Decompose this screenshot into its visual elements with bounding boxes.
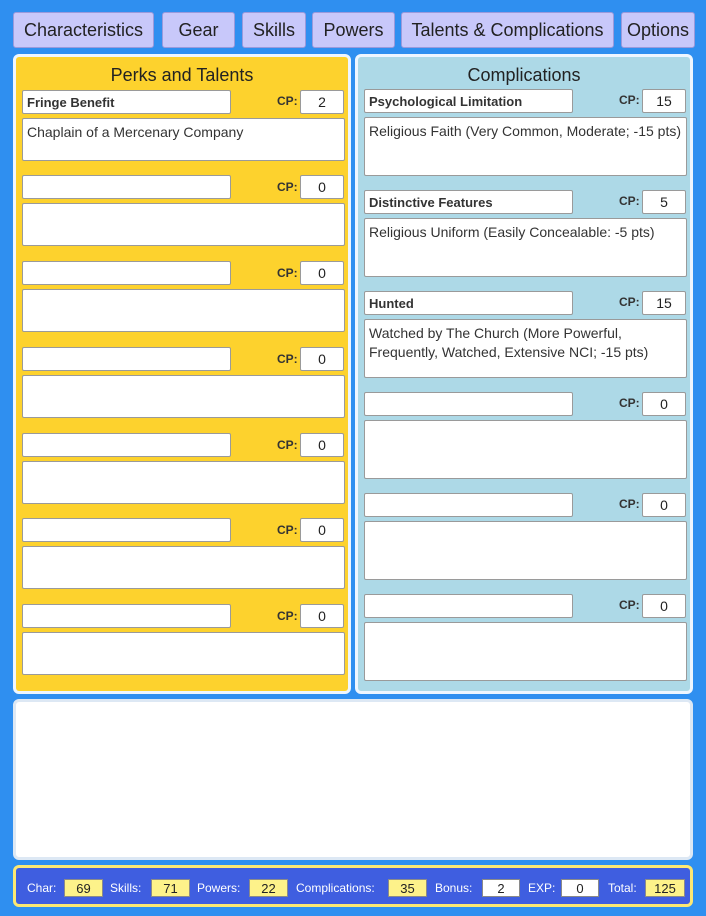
- complication-description-input[interactable]: [364, 622, 687, 681]
- tab-powers[interactable]: Powers: [312, 12, 395, 48]
- perk-description-input[interactable]: [22, 375, 345, 418]
- char-points-value: 69: [64, 879, 103, 897]
- complication-name-input[interactable]: Psychological Limitation: [364, 89, 573, 113]
- exp-points-label: EXP:: [528, 881, 556, 895]
- perk-cp-input[interactable]: 2: [300, 90, 344, 114]
- perk-cp-input[interactable]: 0: [300, 604, 344, 628]
- complication-cp-input[interactable]: 15: [642, 291, 686, 315]
- complication-name-input[interactable]: [364, 594, 573, 618]
- perk-description-input[interactable]: [22, 203, 345, 246]
- perk-cp-input[interactable]: 0: [300, 347, 344, 371]
- powers-points-label: Powers:: [197, 881, 241, 895]
- complications-points-value: 35: [388, 879, 427, 897]
- tab-characteristics[interactable]: Characteristics: [13, 12, 154, 48]
- complication-cp-input[interactable]: 0: [642, 493, 686, 517]
- perk-cp-input[interactable]: 0: [300, 433, 344, 457]
- perk-name-input[interactable]: [22, 347, 231, 371]
- complication-cp-label: CP:: [619, 598, 640, 612]
- complications-points-label: Complications:: [296, 881, 375, 895]
- skills-points-value: 71: [151, 879, 190, 897]
- complication-cp-label: CP:: [619, 396, 640, 410]
- complication-name-input[interactable]: [364, 392, 573, 416]
- complication-cp-input[interactable]: 5: [642, 190, 686, 214]
- perk-cp-input[interactable]: 0: [300, 175, 344, 199]
- complication-cp-label: CP:: [619, 93, 640, 107]
- perk-description-input[interactable]: [22, 546, 345, 589]
- perk-cp-label: CP:: [277, 94, 298, 108]
- perk-name-input[interactable]: [22, 261, 231, 285]
- perk-cp-input[interactable]: 0: [300, 261, 344, 285]
- exp-points-input[interactable]: 0: [561, 879, 599, 897]
- complication-cp-label: CP:: [619, 497, 640, 511]
- perk-name-input[interactable]: [22, 604, 231, 628]
- perk-name-input[interactable]: Fringe Benefit: [22, 90, 231, 114]
- perk-name-input[interactable]: [22, 433, 231, 457]
- complications-panel: Complications Psychological Limitation C…: [355, 54, 693, 694]
- complications-panel-title: Complications: [467, 65, 581, 85]
- bonus-points-input[interactable]: 2: [482, 879, 520, 897]
- perk-cp-label: CP:: [277, 352, 298, 366]
- bonus-points-label: Bonus:: [435, 881, 473, 895]
- perk-description-input[interactable]: Chaplain of a Mercenary Company: [22, 118, 345, 161]
- total-points-value: 125: [645, 879, 685, 897]
- complication-cp-input[interactable]: 0: [642, 594, 686, 618]
- complication-cp-label: CP:: [619, 194, 640, 208]
- perk-cp-input[interactable]: 0: [300, 518, 344, 542]
- total-points-label: Total:: [608, 881, 637, 895]
- powers-points-value: 22: [249, 879, 288, 897]
- tab-bar: Characteristics Gear Skills Powers Talen…: [13, 12, 695, 48]
- perk-cp-label: CP:: [277, 180, 298, 194]
- perks-panel: Perks and Talents Fringe Benefit CP: 2 C…: [13, 54, 351, 694]
- perk-cp-label: CP:: [277, 438, 298, 452]
- complication-name-input[interactable]: [364, 493, 573, 517]
- perk-cp-label: CP:: [277, 523, 298, 537]
- tab-talents-complications[interactable]: Talents & Complications: [401, 12, 614, 48]
- perk-description-input[interactable]: [22, 461, 345, 504]
- complication-description-input[interactable]: Religious Faith (Very Common, Moderate; …: [364, 117, 687, 176]
- complication-description-input[interactable]: [364, 521, 687, 580]
- tab-gear[interactable]: Gear: [162, 12, 235, 48]
- perk-description-input[interactable]: [22, 289, 345, 332]
- complication-description-input[interactable]: [364, 420, 687, 479]
- perks-panel-title: Perks and Talents: [110, 65, 254, 85]
- complication-name-input[interactable]: Distinctive Features: [364, 190, 573, 214]
- tab-options[interactable]: Options: [621, 12, 695, 48]
- char-points-label: Char:: [27, 881, 57, 895]
- perk-description-input[interactable]: [22, 632, 345, 675]
- perk-cp-label: CP:: [277, 609, 298, 623]
- complication-cp-input[interactable]: 15: [642, 89, 686, 113]
- perk-name-input[interactable]: [22, 518, 231, 542]
- tab-skills[interactable]: Skills: [242, 12, 306, 48]
- complication-cp-input[interactable]: 0: [642, 392, 686, 416]
- notes-textarea[interactable]: [13, 699, 693, 860]
- complication-description-input[interactable]: Religious Uniform (Easily Concealable: -…: [364, 218, 687, 277]
- complication-cp-label: CP:: [619, 295, 640, 309]
- complication-description-input[interactable]: Watched by The Church (More Powerful, Fr…: [364, 319, 687, 378]
- skills-points-label: Skills:: [110, 881, 142, 895]
- points-summary-bar: Char: 69 Skills: 71 Powers: 22 Complicat…: [13, 865, 693, 907]
- perk-cp-label: CP:: [277, 266, 298, 280]
- complication-name-input[interactable]: Hunted: [364, 291, 573, 315]
- perk-name-input[interactable]: [22, 175, 231, 199]
